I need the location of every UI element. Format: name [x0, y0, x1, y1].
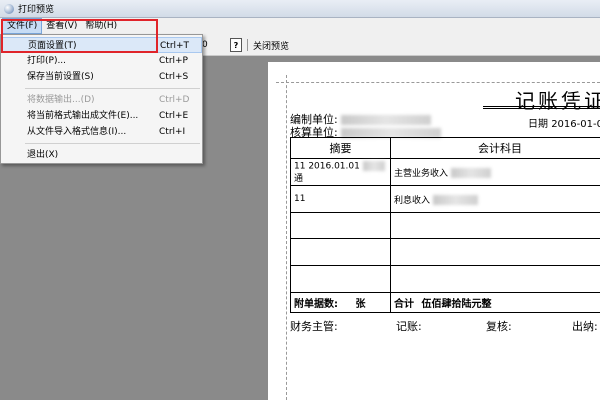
row-account-text: 主营业务收入 [394, 168, 449, 179]
row-summary [290, 265, 391, 293]
row-account [390, 238, 600, 266]
row-summary [290, 238, 391, 266]
date-value: 2016-01-0 [551, 119, 600, 130]
row-summary: 11 [290, 185, 391, 213]
bookkeeper-label: 记账: [396, 320, 422, 333]
row-summary: 11 2016.01.01 通 [290, 158, 391, 187]
menu-item-import-format[interactable]: 从文件导入格式信息(I)... Ctrl+I [1, 124, 202, 140]
menu-item-label: 页面设置(T) [28, 41, 77, 51]
table-footer-row: 附单据数: 张 合计 伍佰肆拾陆元整 [290, 291, 600, 314]
menu-item-label: 打印(P)... [27, 56, 67, 66]
menu-item-exit[interactable]: 退出(X) [1, 147, 202, 163]
title-underline [483, 106, 600, 109]
title-bar: 打印预览 [0, 0, 600, 18]
total-amount-text: 伍佰肆拾陆元整 [421, 298, 492, 310]
table-row: 11 2016.01.01 通 主营业务收入 [290, 158, 600, 187]
row-summary-line2: 通 [294, 174, 304, 185]
table-row: 11 利息收入 [290, 185, 600, 213]
margin-guide-vertical [286, 75, 287, 400]
menu-item-page-setup[interactable]: 页面设置(T) Ctrl+T [1, 37, 202, 53]
row-account [390, 265, 600, 293]
menu-item-shortcut: Ctrl+I [159, 127, 186, 137]
row-account: 主营业务收入 [390, 158, 600, 187]
row-summary-text: 11 2016.01.01 [294, 161, 360, 172]
menu-separator [25, 143, 200, 144]
menu-item-shortcut: Ctrl+P [159, 56, 188, 66]
menu-item-export-data[interactable]: 将数据输出...(D) Ctrl+D [1, 92, 202, 108]
date-label: 日期 [528, 119, 548, 130]
file-dropdown-menu: 页面设置(T) Ctrl+T 打印(P)... Ctrl+P 保存当前设置(S)… [0, 34, 203, 164]
close-preview-button[interactable]: 关闭预览 [253, 38, 289, 52]
row-account: 利息收入 [390, 185, 600, 213]
row-account [390, 211, 600, 240]
voucher-title: 记账凭证 [515, 89, 600, 113]
row-summary [290, 211, 391, 240]
help-button[interactable]: ? [230, 38, 242, 52]
menu-item-label: 保存当前设置(S) [27, 72, 94, 82]
menu-view[interactable]: 查看(V) [42, 19, 81, 33]
header-account: 会计科目 [390, 136, 600, 160]
menu-file[interactable]: 文件(F) [2, 18, 43, 34]
menu-item-shortcut: Ctrl+T [160, 41, 190, 51]
menu-item-export-format[interactable]: 将当前格式输出成文件(E)... Ctrl+E [1, 108, 202, 124]
attachments-value: 张 [355, 298, 366, 310]
voucher-table: 摘要 会计科目 11 2016.01.01 通 主营业务收入 11 利息收入 附… [290, 136, 600, 314]
redacted-summary [362, 160, 385, 171]
attachments-cell: 附单据数: 张 [290, 291, 391, 314]
menu-item-print[interactable]: 打印(P)... Ctrl+P [1, 53, 202, 69]
menu-separator [25, 88, 200, 89]
reviewer-label: 复核: [486, 320, 512, 333]
attachments-label: 附单据数: [294, 298, 338, 310]
menu-item-label: 退出(X) [27, 150, 59, 160]
menu-item-label: 将数据输出...(D) [27, 95, 95, 105]
menu-item-shortcut: Ctrl+S [159, 72, 189, 82]
menu-item-shortcut: Ctrl+E [159, 111, 189, 121]
menu-item-label: 从文件导入格式信息(I)... [27, 127, 127, 137]
table-row [290, 265, 600, 293]
header-summary: 摘要 [290, 136, 391, 160]
menu-item-shortcut: Ctrl+D [159, 95, 190, 105]
table-header-row: 摘要 会计科目 [290, 136, 600, 160]
finance-manager-label: 财务主管: [290, 320, 338, 333]
redacted-account [432, 195, 478, 206]
app-icon [4, 3, 14, 14]
redacted-account [450, 168, 491, 179]
menu-item-label: 将当前格式输出成文件(E)... [27, 111, 139, 121]
margin-guide-horizontal [276, 82, 600, 83]
total-label: 合计 [394, 298, 414, 310]
cashier-label: 出纳: [572, 320, 598, 333]
toolbar-separator [247, 39, 248, 51]
menu-help[interactable]: 帮助(H) [81, 19, 121, 33]
table-row [290, 211, 600, 240]
menu-bar: 文件(F) 查看(V) 帮助(H) [0, 18, 600, 34]
menu-item-save-settings[interactable]: 保存当前设置(S) Ctrl+S [1, 69, 202, 85]
total-cell: 合计 伍佰肆拾陆元整 [390, 291, 600, 314]
date-line: 日期 2016-01-0 [528, 115, 600, 130]
window-title: 打印预览 [18, 5, 55, 15]
row-account-text: 利息收入 [394, 195, 431, 206]
table-row [290, 238, 600, 266]
